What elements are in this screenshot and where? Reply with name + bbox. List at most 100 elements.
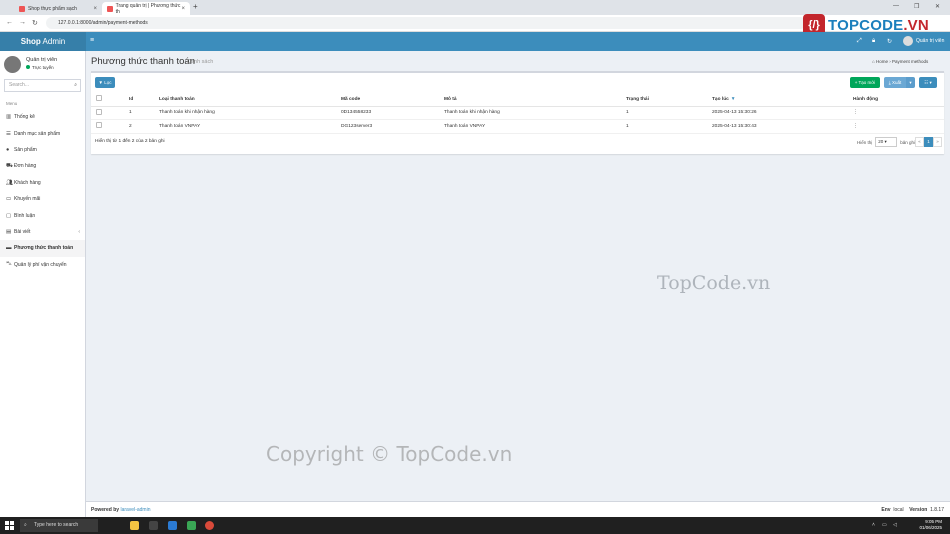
circle-icon: ● <box>6 146 10 153</box>
fullscreen-icon[interactable]: ⤢ <box>857 38 862 45</box>
select-all-checkbox[interactable] <box>96 95 102 102</box>
refresh-icon[interactable]: ↻ <box>887 38 892 45</box>
terminal-icon[interactable] <box>149 521 158 530</box>
cell-code: 0D134558233 <box>341 106 444 120</box>
cell-created: 2025-04-13 15:30:43 <box>712 119 853 134</box>
browser-tab-shop[interactable]: Shop thực phẩm sạch × <box>14 2 102 15</box>
logo-suffix: .VN <box>903 16 929 34</box>
new-tab-button[interactable]: + <box>193 2 198 11</box>
close-tab-icon[interactable]: × <box>181 6 185 12</box>
close-tab-icon[interactable]: × <box>93 6 97 12</box>
sidebar-item-categories[interactable]: ☰ Danh mục sản phẩm <box>0 125 85 141</box>
forward-icon[interactable]: → <box>19 19 26 26</box>
topcode-watermark: TopCode.vn <box>657 272 771 294</box>
windows-taskbar: ⌕ Type here to search ˄ ▭ ◁ 9:05 PM 01/0… <box>0 517 950 534</box>
users-icon: 👥︎ <box>6 179 13 186</box>
tab-title: Trang quản trị | Phương thức th <box>115 2 181 15</box>
minimize-icon[interactable]: — <box>893 3 899 9</box>
export-label: Xuất <box>892 80 902 85</box>
back-icon[interactable]: ← <box>6 19 13 26</box>
user-panel: Quản trị viên Trực tuyến <box>4 56 57 73</box>
windows-start-icon[interactable] <box>5 521 14 530</box>
content-area: Phương thức thanh toán Danh sách ⌂ Home … <box>86 51 950 501</box>
sidebar-item-customers[interactable]: 👥︎ Khách hàng <box>0 175 85 191</box>
pager-next[interactable]: » <box>933 137 942 147</box>
volume-icon[interactable]: ◁ <box>893 522 897 528</box>
sidebar-item-posts[interactable]: ▤ Bài viết ‹ <box>0 224 85 240</box>
columns-button[interactable]: ☷ ▾ <box>919 77 937 88</box>
sidebar-item-statistics[interactable]: ▥ Thống kê <box>0 109 85 125</box>
cell-status: 1 <box>626 119 712 134</box>
browser-tab-admin[interactable]: Trang quản trị | Phương thức th × <box>102 2 190 15</box>
header-user-name: Quản trị viên <box>916 38 945 44</box>
pager-prev[interactable]: « <box>915 137 924 147</box>
url-input[interactable]: 127.0.0.1:8000/admin/payment-methods <box>46 17 806 29</box>
taskbar-search-input[interactable]: ⌕ Type here to search <box>20 519 98 532</box>
sidebar-item-promotions[interactable]: ▭ Khuyến mãi <box>0 191 85 207</box>
vscode-icon[interactable] <box>168 521 177 530</box>
columns-icon: ☷ ▾ <box>924 80 932 85</box>
sidebar-search-input[interactable]: Search... ⌕ <box>4 79 81 92</box>
row-actions-icon[interactable]: ⋮ <box>853 119 944 134</box>
file-explorer-icon[interactable] <box>130 521 139 530</box>
sidebar-toggle-icon[interactable]: ≡ <box>90 37 94 44</box>
sidebar-item-label: Bài viết <box>14 228 31 235</box>
favicon-icon <box>19 5 25 12</box>
sidebar-item-shipping-fees[interactable]: ⛍ Quản lý phí vận chuyển <box>0 257 85 273</box>
online-dot-icon <box>26 65 30 69</box>
version-value: 1.8.17 <box>930 507 944 513</box>
export-button[interactable]: ⤓ Xuất <box>884 77 906 88</box>
reload-icon[interactable]: ↻ <box>32 19 38 27</box>
table-header-row: Id Loại thanh toán Mã code Mô tả Trạng t… <box>91 93 944 107</box>
sort-filter-icon[interactable]: ▼ <box>731 97 736 102</box>
laravel-admin-link[interactable]: laravel-admin <box>120 507 150 513</box>
breadcrumb: ⌂ Home › Payment methods <box>872 59 928 64</box>
sidebar-item-label: Đơn hàng <box>14 163 37 170</box>
cell-status: 1 <box>626 106 712 120</box>
sidebar-item-label: Khách hàng <box>14 179 41 186</box>
cell-type: Thanh toán khi nhận hàng <box>159 106 341 120</box>
pager-page-1[interactable]: 1 <box>924 137 933 147</box>
network-icon[interactable]: ▭ <box>882 522 887 528</box>
tray-chevron-icon[interactable]: ˄ <box>872 522 875 528</box>
per-page-select[interactable]: 20 ▾ <box>875 137 898 147</box>
logo-text: TOPCODE <box>828 16 904 34</box>
column-created: Tạo lúc ▼ <box>712 93 853 107</box>
header-user-menu[interactable]: Quản trị viên <box>903 36 944 46</box>
search-icon[interactable]: ⌕ <box>74 80 77 91</box>
cell-created: 2025-04-13 15:30:26 <box>712 106 853 120</box>
sidebar-item-label: Quản lý phí vận chuyển <box>14 261 67 268</box>
row-checkbox[interactable] <box>96 108 102 115</box>
maximize-icon[interactable]: ❐ <box>914 3 919 10</box>
sidebar: Quản trị viên Trực tuyến Search... ⌕ Men… <box>0 51 86 517</box>
sidebar-item-orders[interactable]: ⛟ Đơn hàng <box>0 158 85 174</box>
cell-id: 1 <box>129 106 159 120</box>
export-dropdown-button[interactable]: ▾ <box>906 77 915 88</box>
filter-button[interactable]: ▼ Lọc <box>95 77 115 88</box>
chevron-left-icon: ‹ <box>78 228 80 235</box>
env-version: Env local Version 1.8.17 <box>881 502 944 518</box>
column-id[interactable]: Id <box>129 93 159 107</box>
filter-icon: ▼ <box>98 80 103 85</box>
app-icon[interactable] <box>187 521 196 530</box>
credit-card-icon: ▬ <box>6 245 12 252</box>
create-button[interactable]: + Tạo mới <box>850 77 880 88</box>
chrome-icon[interactable] <box>205 521 214 530</box>
sidebar-item-products[interactable]: ● Sản phẩm <box>0 142 85 158</box>
sidebar-item-payment-methods[interactable]: ▬ Phương thức thanh toán <box>0 240 85 257</box>
menu-header: Menu <box>6 101 18 106</box>
column-created-label[interactable]: Tạo lúc <box>712 97 729 102</box>
row-actions-icon[interactable]: ⋮ <box>853 106 944 120</box>
grid-box: ▼ Lọc + Tạo mới ⤓ Xuất ▾ ☷ ▾ Id Loại tha… <box>91 71 944 154</box>
sidebar-item-label: Khuyến mãi <box>14 196 41 203</box>
sidebar-menu: ▥ Thống kê ☰ Danh mục sản phẩm ● Sản phẩm ⛟… <box>0 109 85 273</box>
row-checkbox[interactable] <box>96 122 102 129</box>
close-window-icon[interactable]: ✕ <box>935 3 940 10</box>
taskbar-clock[interactable]: 9:05 PM 01/06/2025 <box>919 519 942 531</box>
tab-title: Shop thực phẩm sạch <box>28 5 77 12</box>
lock-icon[interactable]: 🔒︎ <box>872 38 875 45</box>
breadcrumb-home[interactable]: Home <box>876 59 888 64</box>
sidebar-item-comments[interactable]: ▢ Bình luận <box>0 207 85 223</box>
sidebar-item-label: Sản phẩm <box>14 146 37 153</box>
brand-logo[interactable]: Shop Admin <box>0 32 86 51</box>
